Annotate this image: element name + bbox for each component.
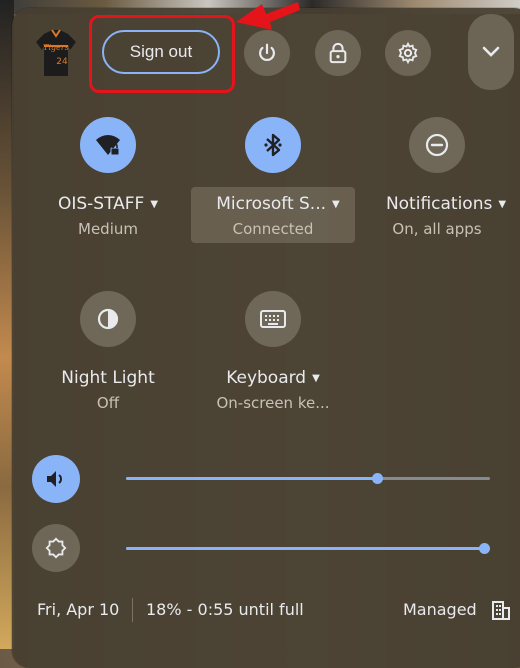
wifi-tile-label[interactable]: OIS-STAFF ▼ <box>40 194 176 214</box>
battery-status[interactable]: 18% - 0:55 until full <box>146 600 304 619</box>
volume-slider-fill <box>126 477 377 480</box>
night-light-icon <box>97 308 119 330</box>
red-arrow-icon <box>236 2 300 30</box>
date-button[interactable]: Fri, Apr 10 <box>37 600 119 619</box>
sign-out-button[interactable]: Sign out <box>102 30 220 74</box>
bluetooth-tile-status: Connected <box>232 220 314 238</box>
jersey-icon: Tigers 24 <box>36 29 76 76</box>
brightness-button <box>32 524 80 572</box>
volume-icon <box>47 471 62 487</box>
keyboard-icon <box>260 310 286 328</box>
night-light-tile-status: Off <box>96 394 120 412</box>
wifi-toggle[interactable] <box>80 117 136 173</box>
svg-text:24: 24 <box>56 57 68 67</box>
brightness-icon <box>45 537 67 559</box>
keyboard-tile-status: On-screen ke... <box>216 394 330 412</box>
power-button[interactable] <box>244 30 290 76</box>
enterprise-icon[interactable] <box>492 600 510 620</box>
user-avatar[interactable]: Tigers 24 <box>34 28 78 78</box>
chevron-down-icon <box>482 46 500 57</box>
lock-icon <box>329 42 347 64</box>
jersey-text: Tigers <box>43 43 69 52</box>
keyboard-toggle[interactable] <box>245 291 301 347</box>
brightness-slider-thumb[interactable] <box>479 543 490 554</box>
volume-slider-thumb[interactable] <box>372 473 383 484</box>
wifi-locked-icon <box>96 135 120 156</box>
keyboard-tile-label[interactable]: Keyboard ▼ <box>198 368 348 388</box>
settings-button[interactable] <box>385 30 431 76</box>
notifications-tile-label[interactable]: Notifications ▼ <box>372 194 520 214</box>
bluetooth-toggle[interactable] <box>245 117 301 173</box>
gear-icon <box>398 42 418 64</box>
notifications-tile-status: On, all apps <box>392 220 482 238</box>
bluetooth-icon <box>264 133 282 157</box>
power-icon <box>259 43 275 62</box>
lock-button[interactable] <box>315 30 361 76</box>
notifications-toggle[interactable] <box>409 117 465 173</box>
wifi-tile-status: Medium <box>78 220 138 238</box>
brightness-slider-fill <box>126 547 484 550</box>
do-not-disturb-icon <box>425 133 449 157</box>
volume-mute-button[interactable] <box>32 455 80 503</box>
managed-label[interactable]: Managed <box>403 600 477 619</box>
night-light-toggle[interactable] <box>80 291 136 347</box>
bluetooth-tile-label[interactable]: Microsoft S... ▼ <box>198 194 358 214</box>
night-light-tile-label[interactable]: Night Light <box>40 368 176 388</box>
footer-divider <box>132 598 133 622</box>
collapse-button[interactable] <box>468 14 514 90</box>
